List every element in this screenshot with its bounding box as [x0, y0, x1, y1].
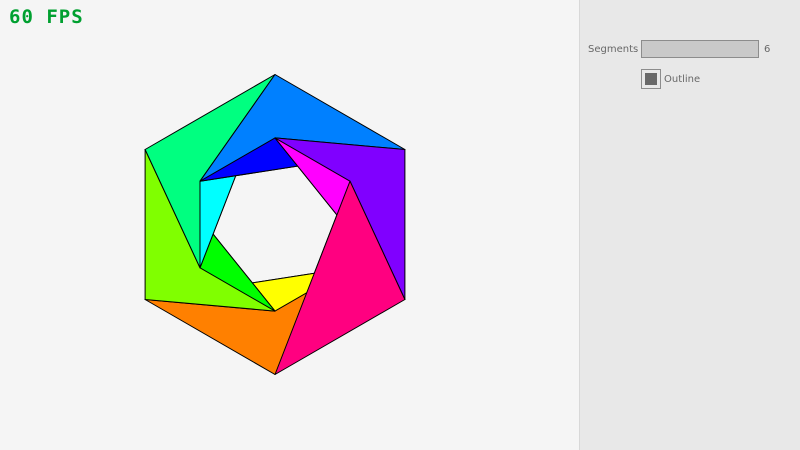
segments-label: Segments [588, 44, 639, 55]
control-panel: Segments 6 Outline [579, 0, 800, 450]
outline-check-mark [645, 73, 657, 85]
polygon-ring-scene [144, 74, 406, 375]
segments-slider[interactable] [641, 40, 759, 58]
render-canvas: 60 FPS [0, 0, 580, 450]
segments-value: 6 [764, 44, 771, 55]
outline-checkbox[interactable] [641, 69, 661, 89]
outline-label: Outline [664, 74, 701, 85]
fps-counter: 60 FPS [9, 6, 84, 28]
